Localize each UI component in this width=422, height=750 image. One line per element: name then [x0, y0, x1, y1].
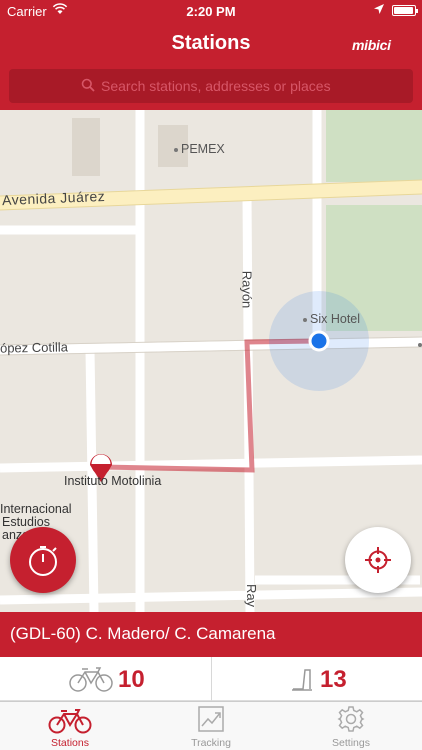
street-label-lopez-cotilla: ópez Cotilla — [0, 339, 69, 356]
status-time: 2:20 PM — [186, 4, 236, 19]
street-label-rayon-bottom: Ray — [244, 583, 260, 608]
dock-icon — [292, 669, 312, 691]
poi-internacional-line1: Internacional — [0, 502, 72, 516]
battery-fill — [394, 7, 413, 14]
search-input[interactable] — [101, 75, 401, 97]
bikes-available: 10 — [0, 657, 211, 701]
search-icon — [81, 78, 95, 97]
street-label-rayon: Rayón — [239, 270, 255, 309]
poi-instituto-motolinia[interactable]: Instituto Motolinia — [64, 474, 161, 488]
bicycle-icon — [69, 667, 113, 692]
docks-count: 13 — [320, 666, 347, 693]
bicycle-icon — [48, 709, 92, 734]
poi-pemex[interactable]: PEMEX — [181, 142, 225, 156]
tab-label-settings: Settings — [332, 737, 370, 749]
tab-tracking[interactable]: Tracking — [141, 702, 281, 750]
locate-me-button[interactable] — [345, 527, 411, 593]
battery-icon — [392, 5, 418, 16]
station-name: (GDL-60) C. Madero/ C. Camarena — [10, 624, 276, 643]
header: Carrier 2:20 PM Stations mibici — [0, 0, 422, 110]
tab-label-stations: Stations — [51, 737, 89, 749]
poi-six-hotel[interactable]: Six Hotel — [310, 312, 360, 326]
tab-settings[interactable]: Settings — [281, 702, 421, 750]
stopwatch-icon — [29, 546, 57, 576]
status-bar: Carrier 2:20 PM — [0, 0, 422, 22]
tab-stations[interactable]: Stations — [0, 702, 140, 750]
tab-label-tracking: Tracking — [191, 737, 231, 749]
crosshair-icon — [365, 547, 391, 573]
station-availability: 10 13 — [0, 657, 422, 701]
timer-button[interactable] — [10, 527, 76, 593]
bikes-count: 10 — [118, 666, 145, 693]
tab-bar: Stations Tracking Settings — [0, 701, 422, 750]
gear-icon — [337, 706, 365, 732]
chart-icon — [198, 706, 224, 732]
docks-available: 13 — [212, 657, 422, 701]
station-name-bar[interactable]: (GDL-60) C. Madero/ C. Camarena — [0, 612, 422, 657]
location-arrow-icon — [373, 3, 385, 18]
brand-logo: mibici — [352, 37, 391, 53]
search-bar[interactable] — [9, 69, 413, 103]
